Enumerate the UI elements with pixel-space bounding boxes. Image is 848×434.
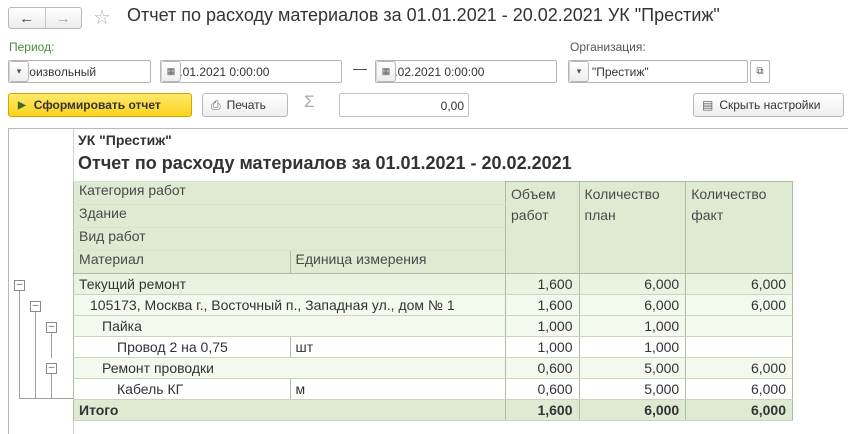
sum-field: 0,00: [339, 93, 469, 117]
tree-line: [19, 286, 20, 398]
date-from-field[interactable]: 01.01.2021 0:00:00 ▦: [160, 60, 342, 83]
row-name: Ремонт проводки: [73, 357, 506, 379]
window-title: Отчет по расходу материалов за 01.01.202…: [127, 5, 720, 25]
row-name: Провод 2 на 0,75: [73, 336, 291, 358]
date-to-value: 20.02.2021 0:00:00: [381, 64, 485, 79]
row-volume: 1,600: [505, 294, 580, 316]
period-type-value: Произвольный: [14, 64, 97, 79]
print-button[interactable]: ⎙ Печать: [202, 93, 288, 117]
total-row[interactable]: Итого 1,600 6,000 6,000: [73, 399, 793, 421]
row-plan: 1,000: [578, 315, 687, 337]
row-volume: 1,000: [505, 336, 580, 358]
report-area[interactable]: УК "Престиж" Отчет по расходу материалов…: [8, 128, 848, 434]
row-fact: [685, 315, 793, 337]
row-fact: 6,000: [685, 273, 793, 295]
generate-report-label: Сформировать отчет: [33, 98, 161, 112]
row-plan: 6,000: [578, 273, 687, 295]
calendar-icon[interactable]: ▦: [376, 61, 396, 82]
report-title: Отчет по расходу материалов за 01.01.202…: [78, 153, 572, 173]
calendar-icon[interactable]: ▦: [161, 61, 181, 82]
row-volume: 0,600: [505, 378, 580, 400]
tree-line: [19, 398, 73, 399]
back-arrow-icon[interactable]: ←: [9, 8, 45, 28]
play-icon: ▶: [18, 99, 26, 111]
open-organization-icon[interactable]: ⧉: [750, 60, 770, 83]
row-name: Текущий ремонт: [73, 273, 506, 295]
total-plan: 6,000: [578, 399, 687, 421]
header-material: Материал: [73, 250, 291, 274]
printer-icon: ⎙: [211, 97, 221, 112]
header-work-type: Вид работ: [73, 227, 506, 251]
row-fact: 6,000: [685, 378, 793, 400]
forward-arrow-icon[interactable]: →: [44, 8, 82, 28]
row-fact: [685, 336, 793, 358]
report-table: Категория работ Объем работ Количество п…: [73, 181, 793, 421]
row-name: Кабель КГ: [73, 378, 291, 400]
table-row[interactable]: Провод 2 на 0,75 шт 1,000 1,000: [73, 336, 793, 358]
collapse-minus-icon[interactable]: –: [30, 301, 41, 312]
tree-line: [35, 307, 36, 398]
collapse-minus-icon[interactable]: –: [46, 322, 57, 333]
total-fact: 6,000: [685, 399, 793, 421]
row-name: 105173, Москва г., Восточный п., Западна…: [73, 294, 506, 316]
header-category: Категория работ: [73, 181, 506, 205]
date-to-field[interactable]: 20.02.2021 0:00:00 ▦: [375, 60, 557, 83]
collapse-minus-icon[interactable]: –: [46, 363, 57, 374]
period-dash: —: [353, 60, 367, 76]
collapse-minus-icon[interactable]: –: [14, 280, 25, 291]
table-row[interactable]: Текущий ремонт 1,600 6,000 6,000: [73, 273, 793, 295]
generate-report-button[interactable]: ▶ Сформировать отчет: [8, 93, 192, 117]
favorite-star-icon[interactable]: ☆: [93, 5, 111, 30]
total-volume: 1,600: [505, 399, 580, 421]
organization-label: Организация:: [570, 40, 646, 54]
date-from-value: 01.01.2021 0:00:00: [166, 64, 270, 79]
print-label: Печать: [226, 98, 266, 112]
row-plan: 5,000: [578, 357, 687, 379]
header-building: Здание: [73, 204, 506, 228]
header-qty-plan: Количество план: [578, 181, 687, 274]
report-organization: УК "Престиж": [78, 132, 172, 148]
chevron-down-icon[interactable]: ▾: [569, 61, 589, 82]
row-unit: шт: [289, 336, 506, 358]
row-volume: 0,600: [505, 357, 580, 379]
row-plan: 5,000: [578, 378, 687, 400]
chevron-down-icon[interactable]: ▾: [9, 61, 29, 82]
navigation-buttons: ← →: [8, 7, 82, 29]
row-fact: 6,000: [685, 357, 793, 379]
row-plan: 6,000: [578, 294, 687, 316]
period-label: Период:: [9, 40, 55, 54]
total-label: Итого: [73, 399, 506, 421]
row-unit: м: [289, 378, 506, 400]
header-volume: Объем работ: [505, 181, 580, 274]
row-volume: 1,600: [505, 273, 580, 295]
period-type-select[interactable]: Произвольный ▾: [8, 60, 151, 83]
organization-select[interactable]: УК "Престиж" ▾: [568, 60, 748, 83]
row-volume: 1,000: [505, 315, 580, 337]
row-plan: 1,000: [578, 336, 687, 358]
table-row[interactable]: Пайка 1,000 1,000: [73, 315, 793, 337]
sum-icon: Σ: [304, 92, 315, 111]
header-qty-fact: Количество факт: [685, 181, 793, 274]
table-row[interactable]: Кабель КГ м 0,600 5,000 6,000: [73, 378, 793, 400]
grouping-tree: – – – –: [9, 129, 73, 434]
organization-value: УК "Престиж": [574, 64, 649, 79]
hide-settings-label: Скрыть настройки: [719, 98, 821, 112]
hide-settings-button[interactable]: ▤ Скрыть настройки: [693, 93, 844, 117]
table-row[interactable]: 105173, Москва г., Восточный п., Западна…: [73, 294, 793, 316]
table-row[interactable]: Ремонт проводки 0,600 5,000 6,000: [73, 357, 793, 379]
settings-list-icon: ▤: [702, 98, 714, 112]
row-name: Пайка: [73, 315, 506, 337]
row-fact: 6,000: [685, 294, 793, 316]
header-unit: Единица измерения: [289, 250, 506, 274]
